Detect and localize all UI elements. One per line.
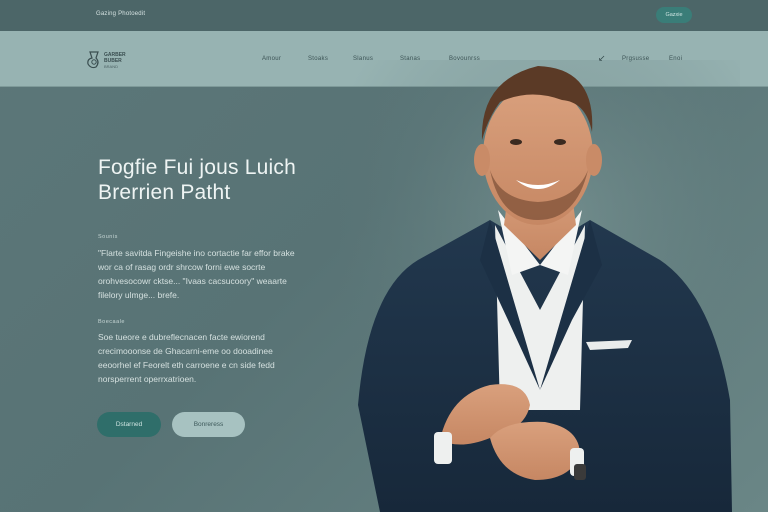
- logo-subtext: BRAND: [104, 64, 119, 69]
- primary-cta-button[interactable]: Dstarned: [97, 412, 161, 437]
- secondary-cta-button[interactable]: Bonreress: [172, 412, 245, 437]
- hero-title: Fogfie Fui jous Luich Brerrien Patht: [98, 155, 338, 205]
- top-pill-button[interactable]: Gazxie: [656, 7, 692, 23]
- logo-mark-icon: [87, 51, 99, 69]
- hero-title-line-2: Brerrien Patht: [98, 181, 231, 204]
- hero-portrait-image: [340, 60, 740, 512]
- brand-logo[interactable]: GARBER BUBER BRAND: [86, 48, 136, 70]
- nav-item-1[interactable]: Amour: [262, 56, 281, 62]
- section-1-label: Sounis: [98, 234, 118, 240]
- top-tagline: Gazing Photoedit: [96, 11, 146, 17]
- section-2-text: Soe tueore e dubreflecnacen facte ewiore…: [98, 332, 275, 384]
- nav-item-2[interactable]: Stoaks: [308, 56, 328, 62]
- section-1-text: "Flarte savitda Fingeishe ino cortactie …: [98, 248, 295, 300]
- section-2-label: Boecaale: [98, 319, 125, 325]
- top-bar: Gazing Photoedit Gazxie: [0, 0, 768, 31]
- hero-title-line-1: Fogfie Fui jous Luich: [98, 156, 296, 179]
- logo-wordmark: GARBER BUBER: [104, 52, 126, 64]
